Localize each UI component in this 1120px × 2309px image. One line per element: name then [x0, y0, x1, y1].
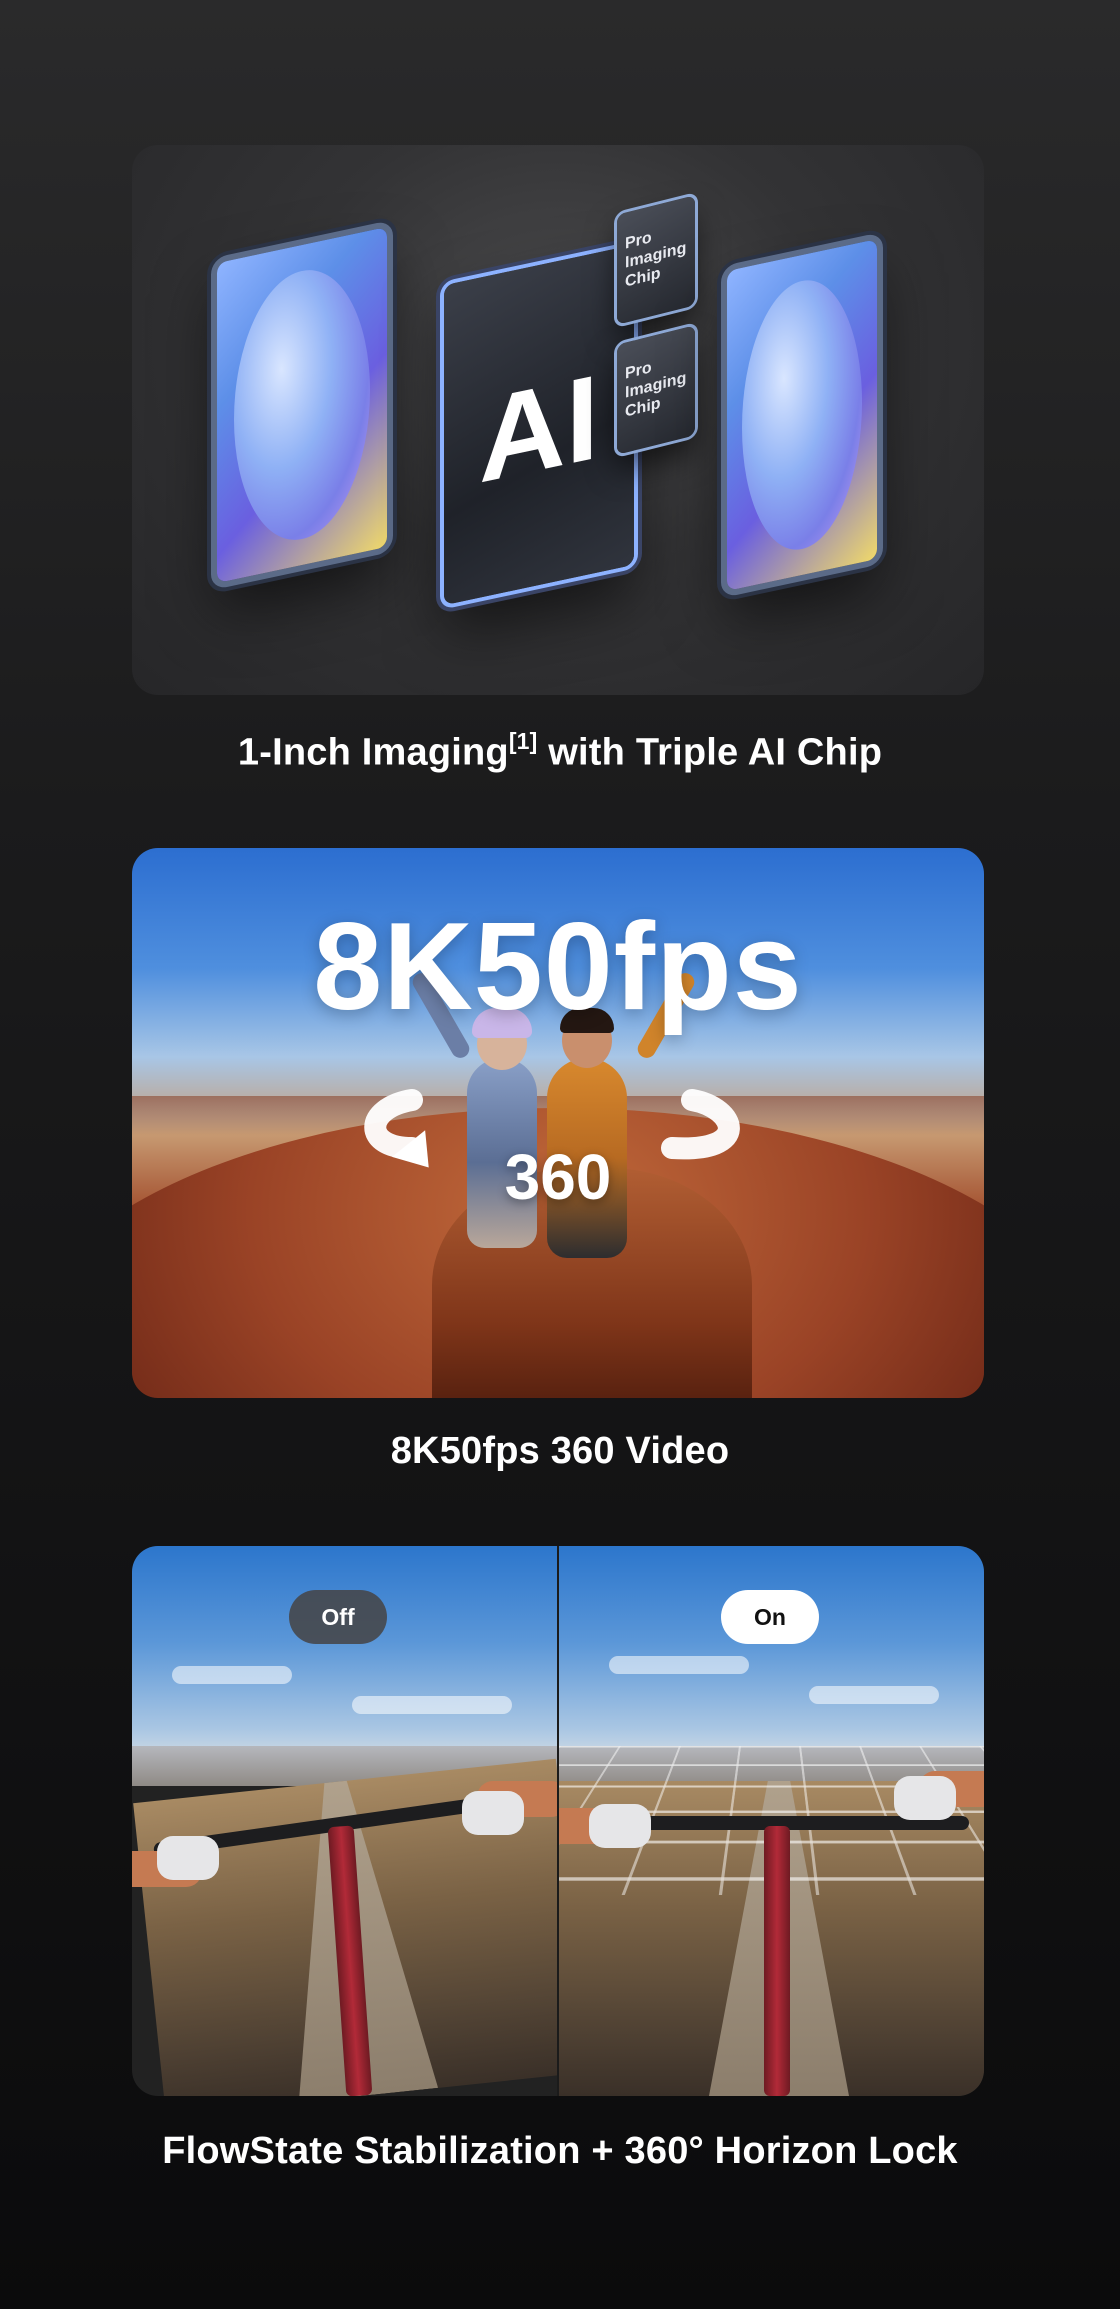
rider-glove — [894, 1776, 956, 1820]
sky — [559, 1546, 984, 1761]
label-360: 360 — [504, 1141, 612, 1213]
pro-imaging-chip-label: Pro Imaging Chip — [625, 229, 687, 291]
lens-graphic — [234, 256, 370, 554]
bike-fork — [764, 1826, 790, 2096]
caption-text: 1-Inch Imaging — [237, 731, 509, 774]
feature-caption-stabilization: FlowState Stabilization + 360° Horizon L… — [162, 2130, 958, 2172]
caption-text: with Triple AI Chip — [537, 731, 883, 774]
stabilization-off-badge: Off — [289, 1590, 387, 1644]
pro-imaging-chip-top: Pro Imaging Chip — [617, 195, 695, 325]
stabilization-on-badge: On — [721, 1590, 819, 1644]
stabilization-comparison-image: Off On — [132, 1546, 984, 2096]
imaging-chip-image: AI Pro Imaging Chip Pro Imaging Chip — [132, 145, 984, 695]
cloud — [352, 1696, 512, 1714]
sky — [132, 1546, 557, 1761]
product-feature-page: AI Pro Imaging Chip Pro Imaging Chip 1-I… — [0, 0, 1120, 2309]
pro-imaging-chip-label: Pro Imaging Chip — [625, 359, 687, 421]
ai-chip-label: AI — [479, 349, 599, 509]
rider-glove — [157, 1836, 219, 1880]
cloud — [809, 1686, 939, 1704]
cloud — [172, 1666, 292, 1684]
pro-imaging-chip-bottom: Pro Imaging Chip — [617, 325, 695, 455]
comparison-on-side: On — [559, 1546, 984, 2096]
lens-graphic — [742, 267, 862, 563]
feature-caption-video: 8K50fps 360 Video — [390, 1430, 730, 1472]
sensor-plate-right — [727, 239, 877, 591]
headline-8k50fps: 8K50fps — [313, 898, 803, 1036]
ai-chip: AI — [444, 244, 634, 606]
rider-glove — [589, 1804, 651, 1848]
footnote-marker: [1] — [508, 728, 538, 754]
feature-caption-imaging: 1-Inch Imaging[1] with Triple AI Chip — [0, 728, 1120, 775]
cloud — [609, 1656, 749, 1674]
comparison-off-side: Off — [132, 1546, 557, 2096]
rider-glove — [462, 1791, 524, 1835]
sensor-plate-left — [217, 226, 387, 584]
360-video-image: 8K50fps 360 — [132, 848, 984, 1398]
